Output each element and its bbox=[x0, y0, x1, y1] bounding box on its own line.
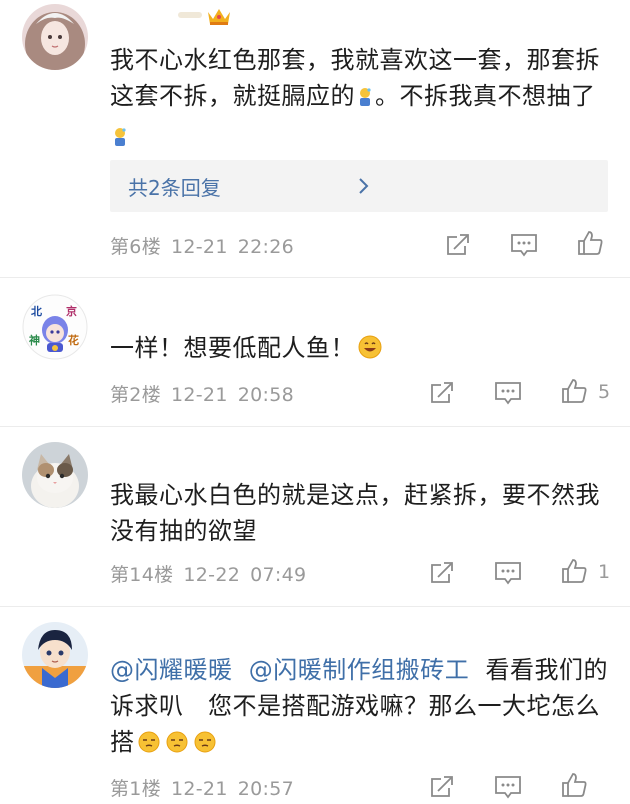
comment-meta: 第6楼 12-21 22:26 bbox=[110, 232, 294, 259]
comment-date: 12-21 bbox=[171, 236, 228, 258]
floor-label: 第14楼 bbox=[110, 564, 174, 586]
floor-label: 第6楼 bbox=[110, 236, 161, 258]
unamused-emoji-icon bbox=[165, 728, 189, 764]
floor-label: 第1楼 bbox=[110, 778, 161, 800]
comment-icon[interactable] bbox=[494, 560, 522, 590]
mention-link[interactable]: @闪耀暖暖 bbox=[110, 656, 233, 684]
like-icon[interactable] bbox=[560, 771, 588, 803]
like-icon[interactable] bbox=[560, 377, 588, 409]
view-replies-button[interactable]: 共2条回复 bbox=[110, 160, 608, 212]
comment-meta: 第14楼 12-22 07:49 bbox=[110, 560, 306, 587]
comment-time: 20:57 bbox=[237, 778, 294, 800]
crown-badge-icon bbox=[206, 6, 232, 30]
grin-emoji-icon bbox=[357, 334, 383, 370]
comment-icon[interactable] bbox=[494, 380, 522, 410]
avatar-label: 北 bbox=[31, 305, 42, 318]
comment-text: 我不心水红色那套，我就喜欢这一套，那套拆这套不拆，就挺膈应的 。不拆我真不想抽了 bbox=[110, 42, 610, 158]
comment-time: 20:58 bbox=[237, 384, 294, 406]
username-blurred bbox=[178, 12, 202, 18]
edit-icon[interactable] bbox=[429, 560, 455, 590]
like-count: 5 bbox=[598, 381, 611, 403]
avatar[interactable]: 北 京 神 花 bbox=[22, 294, 88, 360]
avatar-label: 花 bbox=[68, 334, 79, 347]
avatar[interactable] bbox=[22, 4, 88, 70]
edit-icon[interactable] bbox=[429, 380, 455, 410]
like-icon[interactable] bbox=[560, 557, 588, 589]
sweat-emoji-icon bbox=[357, 82, 373, 118]
comment-date: 12-21 bbox=[171, 384, 228, 406]
comment-date: 12-21 bbox=[171, 778, 228, 800]
like-count: 1 bbox=[598, 561, 611, 583]
chevron-right-icon bbox=[358, 177, 370, 199]
comment-time: 07:49 bbox=[250, 564, 307, 586]
comment-meta: 第1楼 12-21 20:57 bbox=[110, 774, 294, 801]
avatar-label: 京 bbox=[66, 305, 77, 318]
unamused-emoji-icon bbox=[193, 728, 217, 764]
sweat-emoji-icon bbox=[112, 122, 128, 158]
mention-link[interactable]: @闪暖制作组搬砖工 bbox=[249, 656, 470, 684]
comment-time: 22:26 bbox=[237, 236, 294, 258]
floor-label: 第2楼 bbox=[110, 384, 161, 406]
replies-count-label: 共2条回复 bbox=[128, 176, 221, 200]
divider bbox=[0, 426, 630, 427]
comment-date: 12-22 bbox=[183, 564, 241, 586]
avatar[interactable] bbox=[22, 442, 88, 508]
divider bbox=[0, 277, 630, 278]
comment-text: @闪耀暖暖 @闪暖制作组搬砖工 看看我们的诉求叭 您不是搭配游戏嘛？那么一大坨怎… bbox=[110, 652, 610, 764]
unamused-emoji-icon bbox=[137, 728, 161, 764]
avatar-label: 神 bbox=[29, 334, 40, 347]
avatar[interactable] bbox=[22, 622, 88, 688]
comment-text: 一样！想要低配人鱼！ bbox=[110, 330, 610, 370]
divider bbox=[0, 606, 630, 607]
comment-text: 我最心水白色的就是这点，赶紧拆，要不然我没有抽的欲望 bbox=[110, 481, 600, 545]
like-icon[interactable] bbox=[576, 229, 604, 261]
comment-icon[interactable] bbox=[510, 232, 538, 262]
edit-icon[interactable] bbox=[445, 232, 471, 262]
comment-meta: 第2楼 12-21 20:58 bbox=[110, 380, 294, 407]
